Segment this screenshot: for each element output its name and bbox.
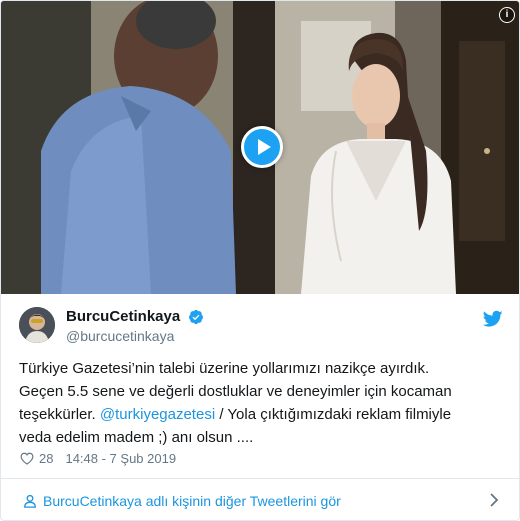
tweet-header: BurcuCetinkaya @burcucetinkaya <box>19 307 505 347</box>
author-names: BurcuCetinkaya @burcucetinkaya <box>66 308 204 344</box>
like-count[interactable]: 28 <box>39 451 53 466</box>
tweet-timestamp[interactable]: 14:48 - 7 Şub 2019 <box>65 451 176 466</box>
tweet-text-line: teşekkürler. @turkiyegazetesi / Yola çık… <box>19 403 507 426</box>
play-icon <box>258 139 271 155</box>
person-icon <box>24 494 36 508</box>
tweet-text: Türkiye Gazetesi’nin talebi üzerine yoll… <box>19 357 507 449</box>
tweet-text-line: veda edelim madem ;) anı olsun .... <box>19 429 254 446</box>
avatar-image <box>19 307 55 343</box>
heart-icon[interactable] <box>20 452 34 465</box>
author-handle[interactable]: @burcucetinkaya <box>66 328 204 344</box>
verified-badge-icon <box>188 309 203 324</box>
author-display-name[interactable]: BurcuCetinkaya <box>66 308 180 325</box>
tweet-meta: 28 14:48 - 7 Şub 2019 <box>20 449 176 467</box>
info-icon[interactable]: i <box>499 7 515 23</box>
more-tweets-label: BurcuCetinkaya adlı kişinin diğer Tweetl… <box>43 492 341 509</box>
video-preview[interactable]: i <box>1 1 519 294</box>
tweet-text-line: Geçen 5.5 sene ve değerli dostluklar ve … <box>19 383 452 400</box>
embedded-tweet-card: i BurcuCetinkaya @burcucetinkaya Türkiye… <box>0 0 520 521</box>
tweet-text-segment: teşekkürler. <box>19 406 100 423</box>
chevron-right-icon <box>490 493 499 507</box>
tweet-text-line: Türkiye Gazetesi’nin talebi üzerine yoll… <box>19 360 430 377</box>
avatar[interactable] <box>19 307 55 343</box>
twitter-bird-icon[interactable] <box>483 310 503 328</box>
mention-link[interactable]: @turkiyegazetesi <box>100 406 215 423</box>
more-tweets-link[interactable]: BurcuCetinkaya adlı kişinin diğer Tweetl… <box>1 479 519 520</box>
tweet-text-segment: / Yola çıktığımızdaki reklam filmiyle <box>215 406 452 423</box>
play-button[interactable] <box>241 126 283 168</box>
